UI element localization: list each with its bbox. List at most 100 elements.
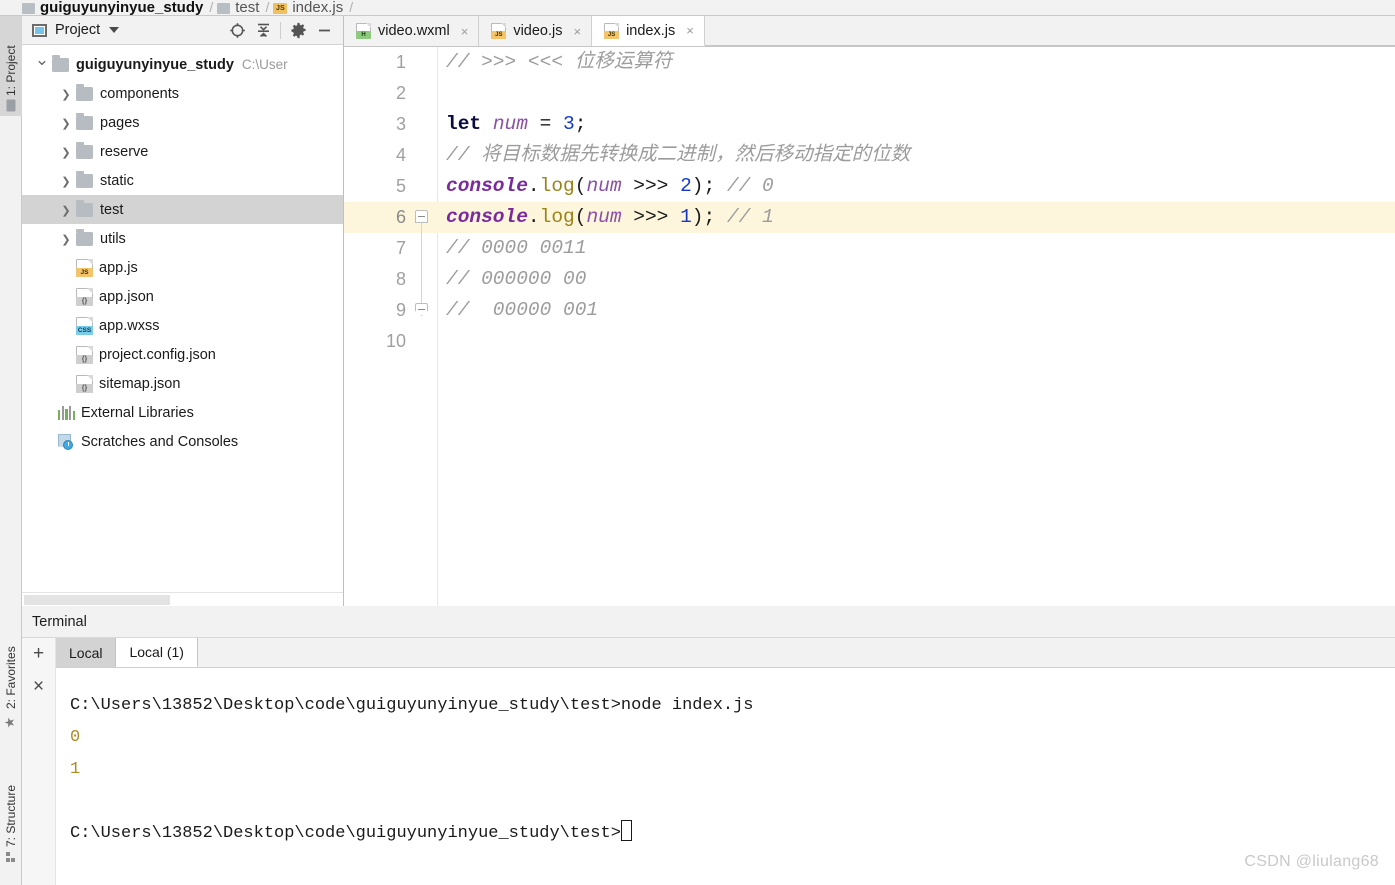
fold-gutter-cell[interactable] (406, 233, 438, 264)
js-file-icon: JS (273, 3, 288, 14)
tab-video-wxml[interactable]: H video.wxml × (344, 16, 480, 46)
tree-row-root[interactable]: guiguyunyinyue_study C:\User (22, 50, 343, 79)
project-view-icon (32, 23, 47, 37)
tree-row-test[interactable]: test (22, 195, 343, 224)
chevron-right-icon[interactable] (56, 173, 76, 188)
sidebar-tab-favorites[interactable]: ★ 2: Favorites (0, 631, 22, 735)
tab-video-js[interactable]: JS video.js × (479, 16, 593, 46)
close-icon[interactable]: × (573, 24, 581, 39)
tab-index-js[interactable]: JS index.js × (592, 16, 705, 46)
code-text: console.log(num >>> 1); // 1 (438, 202, 774, 233)
tree-row-sitemap-json[interactable]: {} sitemap.json (22, 369, 343, 398)
code-token: // 000000 00 (446, 268, 587, 290)
target-icon[interactable] (224, 19, 250, 41)
chevron-right-icon[interactable] (56, 86, 76, 101)
tree-item-label: static (100, 172, 134, 189)
tree-row-utils[interactable]: utils (22, 224, 343, 253)
file-badge: JS (76, 267, 93, 277)
json-file-icon: {} (76, 374, 93, 393)
tree-item-label: sitemap.json (99, 375, 181, 392)
code-text: // >>> <<< 位移运算符 (438, 47, 672, 78)
project-panel-header: Project (22, 16, 343, 45)
fold-gutter-cell[interactable] (406, 47, 438, 78)
chevron-right-icon[interactable] (56, 115, 76, 130)
close-terminal-button[interactable]: × (33, 677, 44, 696)
code-line[interactable]: 3 let num = 3; (344, 109, 1395, 140)
code-line[interactable]: 5 console.log(num >>> 2); // 0 (344, 171, 1395, 202)
tree-item-label: components (100, 85, 179, 102)
fold-gutter-cell[interactable] (406, 140, 438, 171)
tree-row-components[interactable]: components (22, 79, 343, 108)
gear-icon[interactable] (285, 19, 311, 41)
line-number: 3 (395, 114, 406, 134)
project-panel-hscrollbar[interactable] (22, 592, 343, 606)
code-token: log (539, 206, 575, 228)
breadcrumb-item-project[interactable]: guiguyunyinyue_study (22, 0, 203, 15)
close-icon[interactable]: × (686, 23, 694, 38)
code-line[interactable]: 2 (344, 78, 1395, 109)
folder-icon (76, 199, 93, 217)
tree-row-project-config-json[interactable]: {} project.config.json (22, 340, 343, 369)
code-line[interactable]: 9 // 00000 001 (344, 295, 1395, 326)
code-lines: 1// >>> <<< 位移运算符 2 3 let num = 3; 4// 将目标数据… (344, 47, 1395, 606)
sidebar-tab-structure[interactable]: 7: Structure (0, 747, 22, 867)
breadcrumb-item-file[interactable]: JS index.js (273, 0, 343, 15)
terminal-main: Local Local (1) C:\Users\13852\Desktop\c… (56, 638, 1395, 885)
terminal-tab-local-1[interactable]: Local (1) (116, 638, 198, 667)
code-token: // 将目标数据先转换成二进制，然后移动指定的位数 (446, 144, 911, 166)
code-line[interactable]: 7 // 0000 0011 (344, 233, 1395, 264)
fold-gutter-cell[interactable] (406, 78, 438, 109)
tree-row-app-js[interactable]: JS app.js (22, 253, 343, 282)
fold-gutter-cell[interactable] (406, 171, 438, 202)
js-file-icon: JS (76, 258, 93, 277)
code-line[interactable]: 1 // >>> <<< 位移运算符 (344, 47, 1395, 78)
folder-icon (76, 112, 93, 130)
code-editor[interactable]: 1// >>> <<< 位移运算符 2 3 let num = 3; 4// 将目标数据… (344, 47, 1395, 606)
code-line[interactable]: 8 // 000000 00 (344, 264, 1395, 295)
fold-gutter-cell[interactable] (406, 264, 438, 295)
terminal-side-controls: + × (22, 638, 56, 885)
fold-gutter-cell[interactable] (406, 109, 438, 140)
code-text: // 000000 00 (438, 264, 586, 295)
sidebar-tab-project[interactable]: 1: Project (0, 16, 22, 116)
fold-gutter-cell[interactable] (406, 295, 438, 326)
fold-gutter-cell[interactable] (406, 326, 438, 357)
scrollbar-thumb[interactable] (24, 595, 170, 605)
structure-icon (6, 851, 16, 862)
chevron-right-icon[interactable] (56, 144, 76, 159)
collapse-all-icon[interactable] (250, 19, 276, 41)
code-token: >>> (621, 206, 681, 228)
chevron-right-icon[interactable] (56, 202, 76, 217)
terminal-console-output[interactable]: C:\Users\13852\Desktop\code\guiguyunyiny… (56, 668, 1395, 885)
sidebar-tab-label: 1: Project (4, 45, 18, 96)
tree-row-scratches-and-consoles[interactable]: Scratches and Consoles (22, 427, 343, 456)
sidebar-tab-label: 2: Favorites (4, 646, 18, 709)
tree-row-app-json[interactable]: {} app.json (22, 282, 343, 311)
tree-row-static[interactable]: static (22, 166, 343, 195)
code-line[interactable]: 6 console.log(num >>> 1); // 1 (344, 202, 1395, 233)
minimize-icon[interactable] (311, 19, 337, 41)
terminal-cursor (620, 820, 632, 841)
fold-gutter-cell[interactable] (406, 202, 438, 233)
minimize-icon-svg (318, 29, 330, 31)
fold-end-icon[interactable] (415, 303, 428, 316)
terminal-tab-bar: Local Local (1) (56, 638, 1395, 668)
target-icon-svg (229, 22, 245, 38)
tree-row-pages[interactable]: pages (22, 108, 343, 137)
chevron-right-icon[interactable] (56, 231, 76, 246)
add-terminal-button[interactable]: + (33, 644, 44, 663)
breadcrumb-item-test[interactable]: test (217, 0, 259, 15)
code-line[interactable]: 10 (344, 326, 1395, 357)
chevron-down-icon[interactable] (109, 27, 120, 33)
terminal-title: Terminal (32, 614, 87, 630)
code-line[interactable]: 4 // 将目标数据先转换成二进制，然后移动指定的位数 (344, 140, 1395, 171)
tree-row-app-wxss[interactable]: CSS app.wxss (22, 311, 343, 340)
tree-row-reserve[interactable]: reserve (22, 137, 343, 166)
close-icon[interactable]: × (461, 24, 469, 39)
tree-row-external-libraries[interactable]: External Libraries (22, 398, 343, 427)
chevron-down-icon[interactable] (32, 55, 52, 75)
terminal-tab-local[interactable]: Local (56, 638, 117, 667)
fold-collapse-icon[interactable] (415, 210, 428, 223)
folder-icon (76, 83, 93, 101)
